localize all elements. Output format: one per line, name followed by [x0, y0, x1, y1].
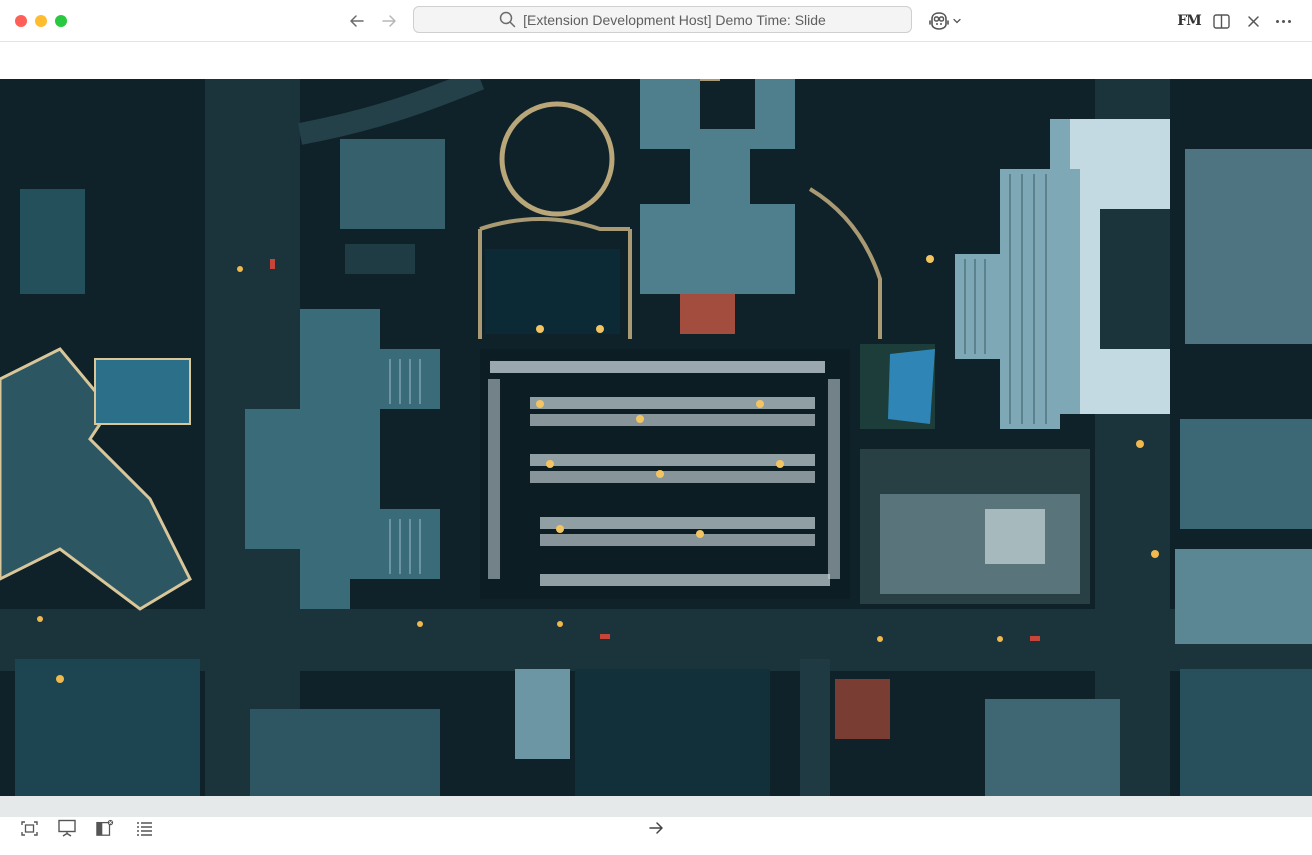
panel-toggle-button[interactable]: [96, 819, 114, 837]
window-zoom-button[interactable]: [55, 15, 67, 27]
back-button[interactable]: [345, 9, 369, 33]
window-title: [Extension Development Host] Demo Time: …: [523, 11, 826, 28]
slide-margin: [0, 42, 1312, 79]
arrow-right-icon: [649, 822, 663, 834]
fm-icon[interactable]: FM: [1177, 10, 1201, 32]
list-icon: [136, 821, 152, 836]
title-bar: [Extension Development Host] Demo Time: …: [0, 0, 1312, 42]
more-actions-button[interactable]: [1272, 10, 1294, 32]
image-caption-strip: [0, 796, 1312, 817]
search-icon: [499, 11, 516, 28]
arrow-right-icon: [382, 15, 396, 27]
aerial-city-image: [0, 79, 1312, 796]
arrow-left-icon: [350, 15, 364, 27]
presentation-button[interactable]: [58, 819, 76, 837]
window-minimize-button[interactable]: [35, 15, 47, 27]
window-close-button[interactable]: [15, 15, 27, 27]
presentation-icon: [58, 819, 76, 837]
close-icon: [1247, 15, 1259, 27]
slide-list-button[interactable]: [135, 819, 153, 837]
forward-button[interactable]: [377, 9, 401, 33]
chevron-down-icon: [953, 18, 961, 24]
next-slide-button[interactable]: [647, 819, 665, 837]
split-editor-button[interactable]: [1210, 10, 1232, 32]
command-center[interactable]: [Extension Development Host] Demo Time: …: [413, 6, 912, 33]
split-editor-icon: [1212, 13, 1230, 29]
panel-toggle-icon: [96, 819, 114, 836]
fit-screen-button[interactable]: [20, 819, 38, 837]
copilot-icon: [929, 12, 949, 30]
fit-screen-icon: [20, 820, 38, 836]
close-editor-button[interactable]: [1242, 10, 1264, 32]
more-actions-icon: [1275, 19, 1291, 23]
copilot-menu[interactable]: [928, 10, 964, 32]
slide-image: [0, 79, 1312, 796]
